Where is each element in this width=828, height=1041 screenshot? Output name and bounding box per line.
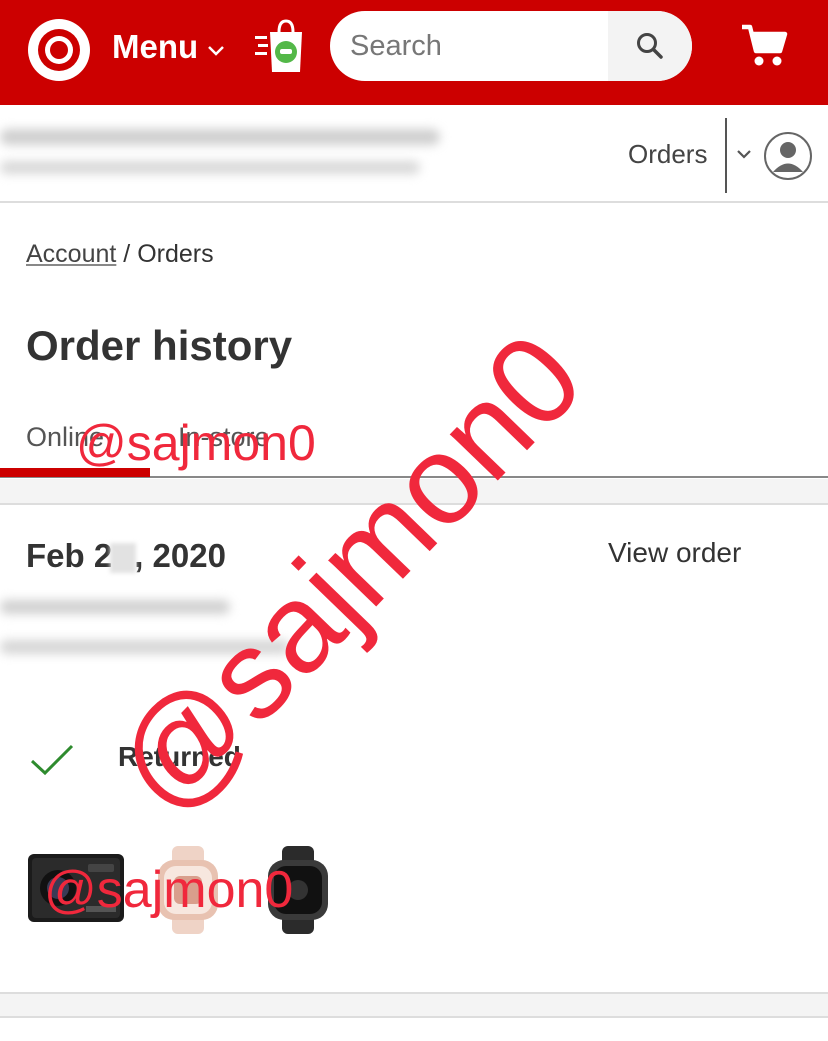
breadcrumb-separator: /: [116, 240, 138, 268]
page-title: Order history: [26, 322, 293, 369]
order-tabs: Online In-store: [0, 410, 828, 478]
search-button[interactable]: [608, 11, 692, 81]
product-thumbnail-camera[interactable]: [26, 850, 126, 926]
search-input[interactable]: [330, 11, 610, 81]
menu-button[interactable]: Menu: [112, 25, 225, 69]
order-status: Returned: [118, 741, 241, 772]
orders-link[interactable]: Orders: [628, 139, 707, 170]
redacted-greeting: [0, 129, 440, 145]
tab-online[interactable]: Online: [26, 422, 104, 453]
active-tab-indicator: [0, 468, 150, 477]
chevron-down-icon: [208, 46, 225, 56]
section-divider: [0, 479, 828, 505]
account-subheader: Orders: [0, 105, 828, 203]
account-avatar-icon[interactable]: [763, 131, 813, 181]
search-icon: [637, 33, 663, 59]
view-order-link[interactable]: View order: [608, 537, 741, 569]
divider: [725, 118, 727, 193]
order-date-prefix: Feb 2: [26, 537, 113, 574]
redacted-date-digit: [110, 543, 137, 574]
breadcrumb-account-link[interactable]: Account: [26, 240, 116, 268]
section-divider: [0, 994, 828, 1018]
checkmark-icon: [30, 744, 74, 776]
order-date-suffix: , 2020: [134, 537, 226, 574]
breadcrumb: Account / Orders: [26, 240, 214, 269]
order-date: Feb 2 , 2020: [26, 537, 226, 575]
menu-label: Menu: [112, 28, 199, 65]
chevron-down-icon[interactable]: [736, 149, 752, 160]
tab-in-store[interactable]: In-store: [178, 422, 270, 453]
product-thumbnail-watch-black[interactable]: [258, 846, 338, 934]
target-logo-icon[interactable]: [26, 17, 92, 83]
product-thumbnail-watch-rose[interactable]: [148, 846, 228, 934]
redacted-order-details-line: [0, 640, 290, 654]
drive-up-bag-icon[interactable]: [254, 18, 306, 74]
breadcrumb-current: Orders: [137, 240, 214, 268]
search-bar: [330, 11, 692, 81]
top-header: Menu: [0, 0, 828, 105]
redacted-greeting-line: [0, 161, 420, 174]
redacted-order-details: [0, 600, 230, 614]
cart-icon[interactable]: [740, 22, 788, 68]
